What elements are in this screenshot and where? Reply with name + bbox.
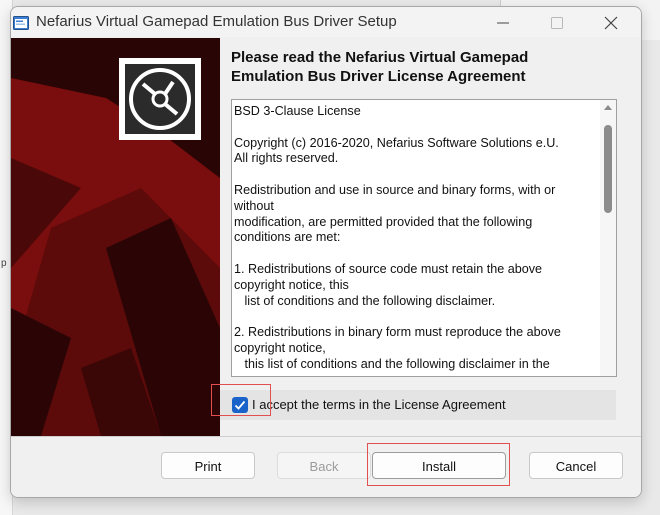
accept-terms-row[interactable]: I accept the terms in the License Agreem… xyxy=(220,390,616,420)
dialog-content: Please read the Nefarius Virtual Gamepad… xyxy=(11,38,641,497)
close-button[interactable] xyxy=(591,7,631,37)
accept-terms-label[interactable]: I accept the terms in the License Agreem… xyxy=(252,397,506,412)
button-separator xyxy=(11,436,641,437)
maximize-button[interactable] xyxy=(537,7,577,37)
license-scrollbar[interactable] xyxy=(600,100,616,376)
anchor-artwork xyxy=(11,38,220,436)
window-title: Nefarius Virtual Gamepad Emulation Bus D… xyxy=(36,13,397,30)
installer-banner xyxy=(11,38,220,436)
license-text-area[interactable]: BSD 3-Clause License Copyright (c) 2016-… xyxy=(231,99,617,377)
scroll-up-arrow-icon[interactable] xyxy=(604,105,612,110)
print-button[interactable]: Print xyxy=(161,452,255,479)
license-text: BSD 3-Clause License Copyright (c) 2016-… xyxy=(234,104,561,371)
checkbox-highlight-box xyxy=(211,384,271,416)
cancel-button[interactable]: Cancel xyxy=(529,452,623,479)
install-highlight-box xyxy=(367,443,510,486)
minimize-icon xyxy=(497,22,509,24)
close-icon xyxy=(604,16,618,30)
page-heading: Please read the Nefarius Virtual Gamepad… xyxy=(231,48,631,86)
title-bar: Nefarius Virtual Gamepad Emulation Bus D… xyxy=(11,7,641,37)
installer-icon xyxy=(13,16,29,30)
maximize-icon xyxy=(551,17,563,29)
minimize-button[interactable] xyxy=(483,7,523,37)
scroll-thumb[interactable] xyxy=(604,125,612,213)
heading-line-2: Emulation Bus Driver License Agreement xyxy=(231,68,526,85)
setup-dialog: Nefarius Virtual Gamepad Emulation Bus D… xyxy=(10,6,642,498)
back-button[interactable]: Back xyxy=(277,452,371,479)
heading-line-1: Please read the Nefarius Virtual Gamepad xyxy=(231,49,529,66)
background-text-fragment: p xyxy=(1,258,7,269)
